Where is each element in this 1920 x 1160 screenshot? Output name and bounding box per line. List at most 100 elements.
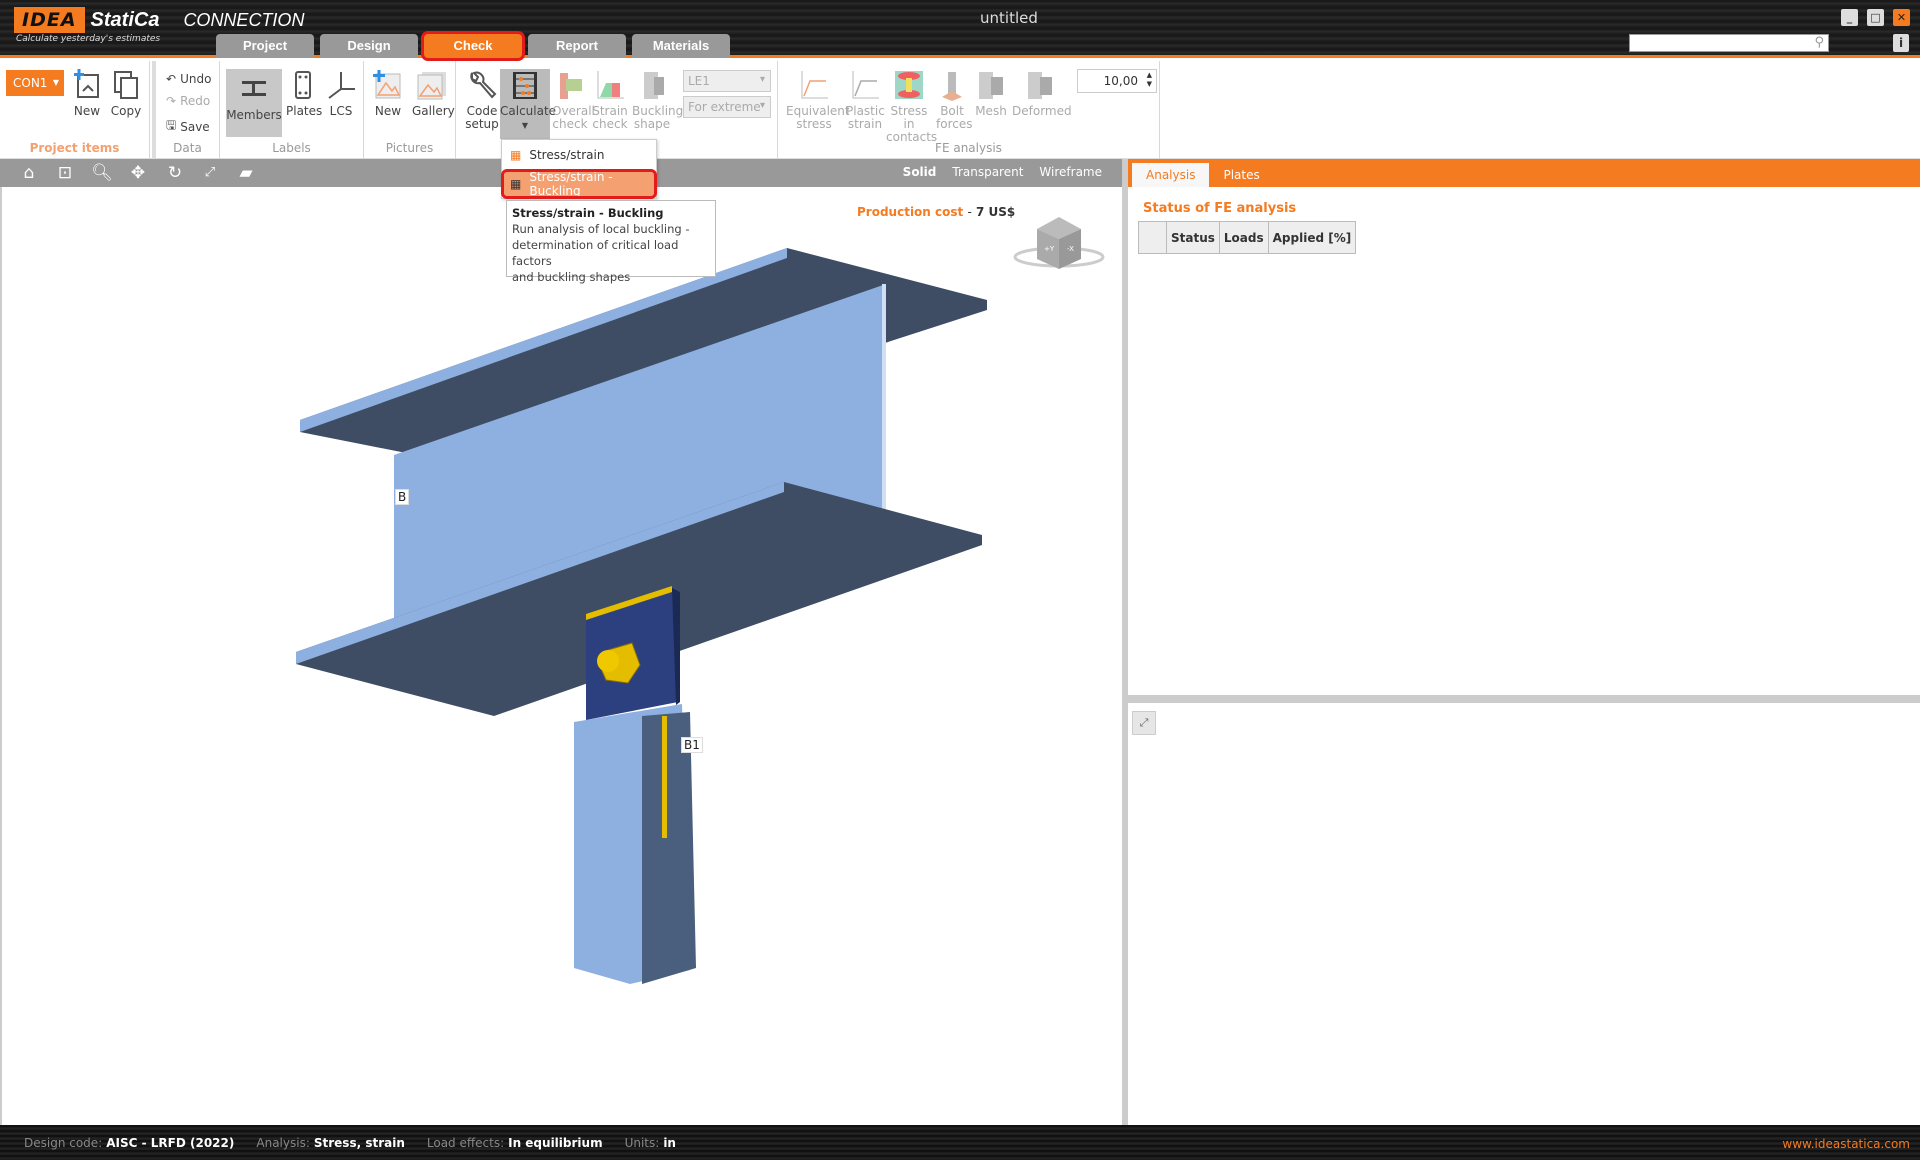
- col-header-applied[interactable]: Applied [%]: [1267, 221, 1357, 254]
- new-item-button[interactable]: New: [72, 69, 102, 118]
- maximize-button[interactable]: □: [1867, 9, 1884, 26]
- product-name: CONNECTION: [183, 9, 305, 30]
- section-view-icon[interactable]: ▰: [235, 163, 257, 183]
- save-icon: 🖫: [166, 118, 177, 132]
- overall-check-icon: [560, 73, 582, 99]
- status-bar: Design code: AISC - LRFD (2022) Analysis:…: [0, 1125, 1920, 1160]
- undo-button[interactable]: ↶ Undo: [166, 72, 211, 86]
- stress-strain-curve-icon: [801, 71, 828, 99]
- view-cube[interactable]: +Y -X: [1012, 211, 1106, 275]
- tab-materials[interactable]: Materials: [632, 34, 730, 58]
- group-label-labels: Labels: [272, 141, 311, 155]
- cube-face-x: -X: [1067, 245, 1074, 253]
- slogan: Calculate yesterday's estimates: [16, 34, 161, 44]
- right-panel: Analysis Plates Status of FE analysis St…: [1128, 159, 1920, 1125]
- col-header-status[interactable]: Status: [1166, 221, 1220, 254]
- lcs-label-toggle[interactable]: LCS: [324, 69, 358, 118]
- load-effect-select[interactable]: LE1: [683, 70, 771, 92]
- stress-in-contacts-button[interactable]: Stress in contacts: [886, 69, 937, 144]
- mode-transparent[interactable]: Transparent: [952, 165, 1023, 179]
- plastic-strain-icon: [852, 71, 879, 99]
- deformed-button[interactable]: Deformed: [1012, 69, 1072, 118]
- tab-report[interactable]: Report: [528, 34, 626, 58]
- group-label-data: Data: [173, 141, 202, 155]
- members-label-toggle[interactable]: Members: [226, 69, 282, 137]
- overall-check-button[interactable]: Overall check: [552, 69, 595, 131]
- tab-analysis[interactable]: Analysis: [1132, 163, 1210, 187]
- ribbon: CON1 ▼ New Copy Project items ↶ Undo ↷ Redo…: [0, 61, 1920, 159]
- deformation-scale-input[interactable]: 10,00 ▲ ▼: [1077, 69, 1157, 93]
- buckling-shape-icon: [644, 72, 664, 99]
- mesh-button[interactable]: Mesh: [974, 69, 1008, 118]
- abacus-icon: ▦: [510, 177, 522, 191]
- code-setup-button[interactable]: Code setup: [464, 69, 500, 131]
- member-label-b1[interactable]: B1: [681, 737, 703, 753]
- fe-status-title: Status of FE analysis: [1143, 201, 1297, 216]
- window-title: untitled: [980, 9, 1038, 27]
- contact-stress-icon: [895, 71, 923, 99]
- rotate-icon[interactable]: ↻: [164, 163, 186, 183]
- strain-chart-icon: [597, 71, 624, 99]
- zoom-window-icon[interactable]: ⊡: [54, 163, 76, 183]
- search-icon: ⚲: [1814, 35, 1824, 50]
- tooltip: Stress/strain - Buckling Run analysis of…: [506, 200, 716, 284]
- bolt-forces-icon: [942, 72, 962, 101]
- website-link[interactable]: www.ideastatica.com: [1782, 1137, 1910, 1151]
- plates-label-toggle[interactable]: Plates: [286, 69, 322, 118]
- col-header-loads[interactable]: Loads: [1218, 221, 1269, 254]
- menu-item-stress-strain-buckling[interactable]: ▦ Stress/strain - Buckling: [501, 169, 657, 199]
- new-picture-button[interactable]: New: [372, 69, 404, 118]
- search-input[interactable]: ⚲: [1629, 34, 1829, 52]
- wrench-icon: [470, 71, 497, 99]
- group-labels: Members Plates LCS Labels: [220, 61, 364, 159]
- copy-icon: [114, 71, 138, 99]
- 3d-viewport[interactable]: Production cost - 7 US$ B B1 +Y -X: [0, 187, 1122, 1125]
- redo-button[interactable]: ↷ Redo: [166, 94, 210, 108]
- zoom-icon[interactable]: 🔍︎: [91, 163, 113, 183]
- table-header-row: Status Loads Applied [%]: [1138, 221, 1357, 254]
- members-icon: [242, 81, 266, 96]
- view-cube-icon: +Y -X: [1013, 217, 1105, 269]
- production-cost-label: Production cost: [857, 205, 964, 219]
- mode-solid[interactable]: Solid: [903, 165, 937, 179]
- minimize-button[interactable]: _: [1841, 9, 1858, 26]
- gallery-button[interactable]: Gallery: [412, 69, 455, 118]
- main-tabs: Project Design Check Report Materials: [216, 34, 730, 58]
- cube-face-y: +Y: [1044, 245, 1055, 253]
- extreme-select[interactable]: For extreme: [683, 96, 771, 118]
- tab-project[interactable]: Project: [216, 34, 314, 58]
- chevron-down-icon: ▼: [52, 78, 59, 87]
- spinner-arrows-icon[interactable]: ▲ ▼: [1147, 71, 1152, 89]
- tooltip-title: Stress/strain - Buckling: [512, 206, 664, 220]
- redo-icon: ↷: [166, 94, 177, 108]
- status-units: Units: in: [624, 1135, 676, 1150]
- close-button[interactable]: ✕: [1893, 9, 1910, 26]
- chevron-down-icon: ▼: [521, 121, 529, 130]
- info-button[interactable]: i: [1893, 34, 1909, 52]
- equivalent-stress-button[interactable]: Equivalent stress: [786, 69, 850, 131]
- home-view-icon[interactable]: ⌂: [18, 163, 40, 183]
- copy-item-button[interactable]: Copy: [110, 69, 142, 118]
- bolt-forces-button[interactable]: Bolt forces: [936, 69, 972, 131]
- calculate-button[interactable]: Calculate ▼: [500, 69, 556, 139]
- zoom-extents-icon[interactable]: ⤢: [199, 163, 221, 183]
- pan-icon[interactable]: ✥: [127, 163, 149, 183]
- connection-selector[interactable]: CON1 ▼: [6, 70, 64, 96]
- buckling-shape-button[interactable]: Buckling shape: [632, 69, 683, 131]
- tab-plates[interactable]: Plates: [1209, 163, 1273, 187]
- mode-wireframe[interactable]: Wireframe: [1039, 165, 1102, 179]
- expand-icon[interactable]: ⤢: [1132, 711, 1156, 735]
- new-icon: [74, 69, 99, 98]
- group-fe-analysis: Equivalent stress Plastic strain Stress in…: [778, 61, 1160, 159]
- group-project-items: CON1 ▼ New Copy Project items: [0, 61, 150, 159]
- status-analysis: Analysis: Stress, strain: [256, 1135, 405, 1150]
- tab-design[interactable]: Design: [320, 34, 418, 58]
- menu-item-stress-strain[interactable]: ▦ Stress/strain: [504, 143, 654, 167]
- undo-icon: ↶: [166, 72, 177, 86]
- save-button[interactable]: 🖫 Save: [166, 116, 210, 137]
- tab-check[interactable]: Check: [424, 34, 522, 58]
- horizontal-splitter[interactable]: [1128, 695, 1920, 703]
- strain-check-button[interactable]: Strain check: [592, 69, 628, 131]
- plastic-strain-button[interactable]: Plastic strain: [846, 69, 885, 131]
- member-label-b[interactable]: B: [395, 489, 410, 505]
